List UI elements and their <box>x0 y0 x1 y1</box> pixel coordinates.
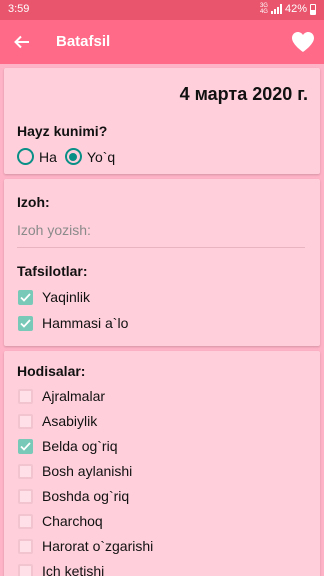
details-label: Tafsilotlar: <box>17 263 88 279</box>
selected-date: 4 марта 2020 г. <box>179 84 308 104</box>
details-item[interactable]: Yaqinlik <box>18 287 90 307</box>
event-item-label: Bosh aylanishi <box>42 463 133 479</box>
note-label: Izoh: <box>17 194 50 210</box>
status-icons: 3G 4G 42% <box>260 3 316 15</box>
battery-icon <box>310 3 316 15</box>
period-question: Hayz kunimi? <box>17 123 108 139</box>
event-item[interactable]: Bosh aylanishi <box>18 461 132 481</box>
event-item-label: Boshda og`riq <box>42 488 130 504</box>
event-item[interactable]: Charchoq <box>18 511 103 531</box>
events-card: Hodisalar: Ajralmalar Asabiylik Belda og… <box>4 351 320 576</box>
check-icon <box>20 441 31 451</box>
favorite-button[interactable] <box>290 29 316 55</box>
event-item[interactable]: Boshda og`riq <box>18 486 129 506</box>
battery-percent: 42% <box>284 3 307 15</box>
status-bar: 3:59 3G 4G 42% <box>0 0 324 20</box>
event-item[interactable]: Belda og`riq <box>18 436 118 456</box>
network-type-icon: 3G 4G <box>260 3 268 15</box>
checkbox[interactable] <box>18 563 33 576</box>
checkbox-checked[interactable] <box>18 315 33 331</box>
checkbox-checked[interactable] <box>18 438 33 454</box>
checkbox[interactable] <box>18 538 33 554</box>
app-bar: Batafsil <box>0 20 324 64</box>
status-time: 3:59 <box>8 3 30 15</box>
arrow-left-icon <box>14 35 29 49</box>
details-item-label: Hammasi a`lo <box>42 315 129 331</box>
event-item[interactable]: Asabiylik <box>18 411 97 431</box>
radio-no-label: Yo`q <box>86 148 116 165</box>
date-card: 4 марта 2020 г. Hayz kunimi? Ha Yo`q <box>4 68 320 174</box>
radio-option-no[interactable]: Yo`q <box>64 148 116 165</box>
event-item-label: Harorat o`zgarishi <box>42 538 154 554</box>
event-item-label: Charchoq <box>42 513 103 529</box>
period-radio-group: Ha Yo`q <box>17 148 123 165</box>
check-icon <box>20 292 31 302</box>
radio-no[interactable] <box>64 148 82 165</box>
back-button[interactable] <box>10 30 34 54</box>
event-item[interactable]: Ich ketishi <box>18 561 104 576</box>
radio-yes-label: Ha <box>39 148 57 165</box>
checkbox[interactable] <box>18 388 33 404</box>
details-item-label: Yaqinlik <box>42 289 90 305</box>
page-title: Batafsil <box>56 33 111 50</box>
checkbox-checked[interactable] <box>18 289 33 305</box>
checkbox[interactable] <box>18 513 33 529</box>
details-item[interactable]: Hammasi a`lo <box>18 313 128 333</box>
event-item[interactable]: Harorat o`zgarishi <box>18 536 153 556</box>
event-item-label: Ich ketishi <box>42 563 105 576</box>
checkbox[interactable] <box>18 413 33 429</box>
event-item-label: Belda og`riq <box>42 438 118 454</box>
checkbox[interactable] <box>18 488 33 504</box>
note-input[interactable]: Izoh yozish: <box>17 222 305 248</box>
notes-card: Izoh: Izoh yozish: Tafsilotlar: Yaqinlik… <box>4 179 320 346</box>
event-item[interactable]: Ajralmalar <box>18 386 105 406</box>
signal-icon <box>270 4 282 14</box>
check-icon <box>20 318 31 328</box>
event-item-label: Ajralmalar <box>42 388 106 404</box>
events-label: Hodisalar: <box>17 363 86 379</box>
event-item-label: Asabiylik <box>42 413 98 429</box>
heart-icon <box>292 32 314 52</box>
checkbox[interactable] <box>18 463 33 479</box>
radio-option-yes[interactable]: Ha <box>17 148 57 165</box>
network-sub: 4G <box>259 9 268 15</box>
radio-yes[interactable] <box>17 148 34 165</box>
